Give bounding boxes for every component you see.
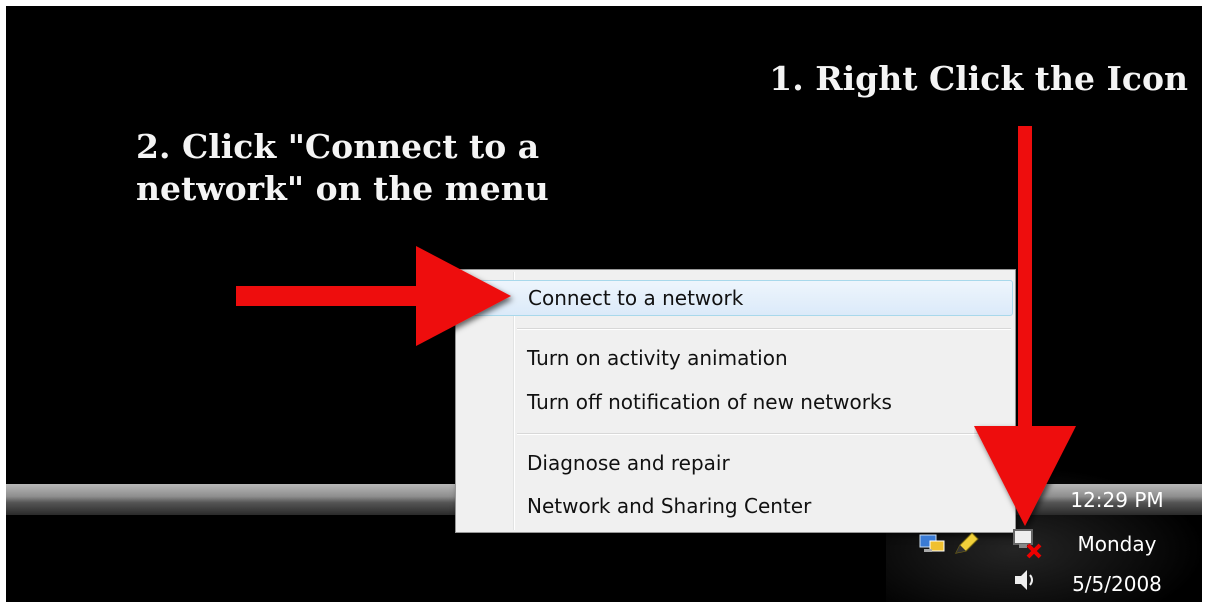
menu-item-activity-animation[interactable]: Turn on activity animation (458, 340, 1013, 376)
clock-day[interactable]: Monday (1062, 532, 1172, 556)
annotation-step-2: 2. Click "Connect to a network" on the m… (136, 127, 549, 208)
network-status-icon[interactable] (918, 531, 946, 557)
volume-icon[interactable] (1012, 568, 1038, 592)
desktop: 1. Right Click the Icon 2. Click "Connec… (6, 6, 1202, 602)
context-menu: Connect to a network Turn on activity an… (455, 269, 1016, 533)
arrow-right-icon (236, 246, 511, 346)
clock-time[interactable]: 12:29 PM (1062, 488, 1172, 512)
menu-item-notification-new-networks[interactable]: Turn off notification of new networks (458, 384, 1013, 420)
menu-separator (517, 328, 1011, 330)
clock-date[interactable]: 5/5/2008 (1062, 572, 1172, 596)
pencil-icon[interactable] (952, 531, 980, 557)
menu-item-diagnose-repair[interactable]: Diagnose and repair (458, 445, 1013, 481)
menu-item-network-sharing-center[interactable]: Network and Sharing Center (458, 488, 1013, 524)
menu-separator (517, 433, 1011, 435)
arrow-down-icon (974, 126, 1076, 526)
menu-item-connect-to-network[interactable]: Connect to a network (458, 280, 1013, 316)
network-disconnected-icon[interactable] (1010, 527, 1044, 559)
annotation-step-1: 1. Right Click the Icon (769, 59, 1188, 98)
